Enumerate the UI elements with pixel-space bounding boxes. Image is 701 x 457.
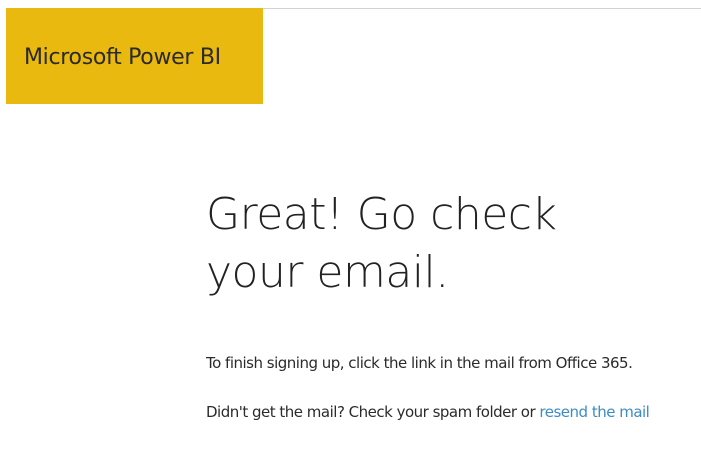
page-title-line-2: your email.	[206, 247, 449, 298]
page-title-line-1: Great! Go check	[206, 189, 557, 240]
brand-logo-tile: Microsoft Power BI	[6, 8, 263, 104]
resend-mail-link[interactable]: resend the mail	[539, 403, 649, 421]
brand-name: Microsoft Power BI	[24, 44, 221, 70]
page-title: Great! Go check your email.	[206, 186, 701, 302]
resend-prompt-text: Didn't get the mail? Check your spam fol…	[206, 403, 540, 421]
header-divider	[263, 8, 701, 9]
instructions-text: To finish signing up, click the link in …	[206, 354, 633, 372]
confirmation-panel: Great! Go check your email. To finish si…	[206, 186, 701, 421]
resend-message: Didn't get the mail? Check your spam fol…	[206, 402, 650, 422]
